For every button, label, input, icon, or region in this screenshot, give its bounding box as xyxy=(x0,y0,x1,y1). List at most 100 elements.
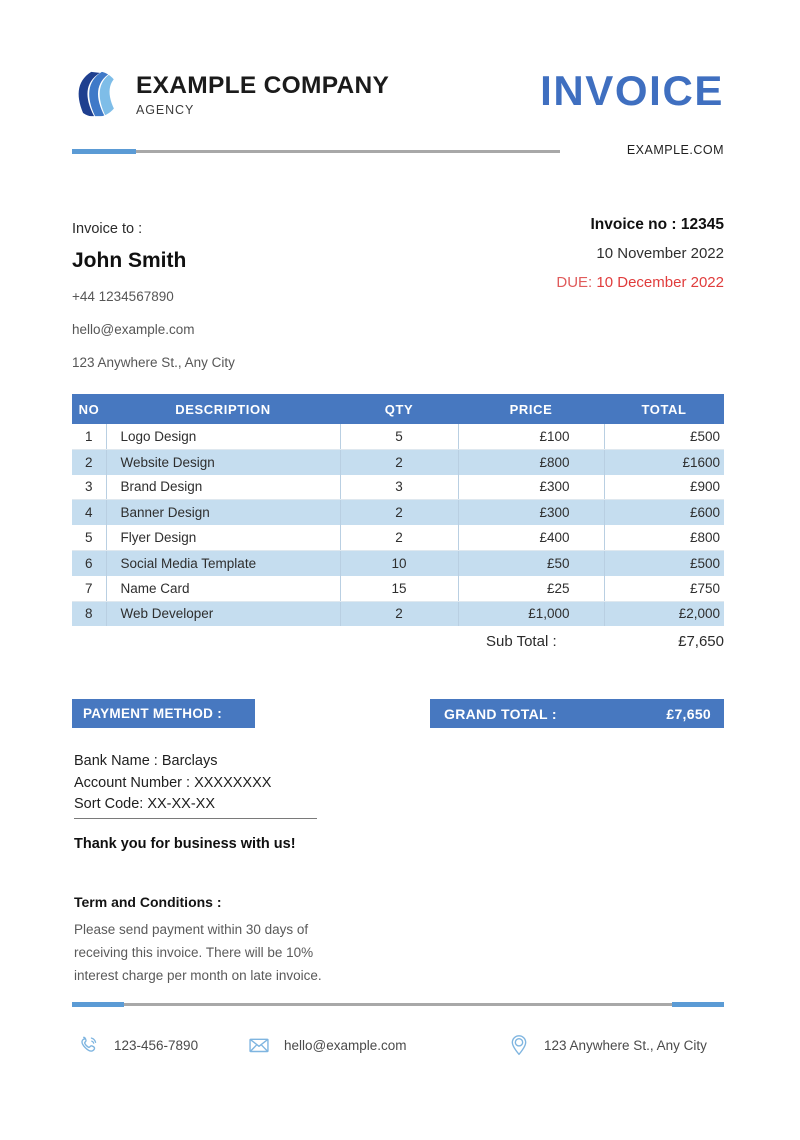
map-pin-icon xyxy=(511,1035,527,1056)
cell-price: £300 xyxy=(457,499,604,526)
column-header-total: TOTAL xyxy=(604,394,724,424)
due-label: DUE: xyxy=(556,273,593,291)
page-title: INVOICE xyxy=(540,67,724,114)
line-items-table: NO DESCRIPTION QTY PRICE TOTAL 1 Logo De… xyxy=(72,394,724,627)
invoice-meta-block: Invoice no : 12345 10 November 2022 DUE:… xyxy=(556,215,724,292)
table-row: 3 Brand Design 3 £300 £900 xyxy=(72,474,724,501)
footer-divider xyxy=(72,1002,724,1007)
client-name: John Smith xyxy=(72,248,187,272)
column-header-price: PRICE xyxy=(458,394,604,424)
cell-price: £50 xyxy=(457,550,604,576)
thank-you-message: Thank you for business with us! xyxy=(74,836,296,852)
cell-price: £800 xyxy=(457,449,604,475)
table-row: 6 Social Media Template 10 £50 £500 xyxy=(72,550,724,576)
cell-no: 3 xyxy=(72,474,106,501)
cell-qty: 5 xyxy=(339,424,458,450)
table-row: 4 Banner Design 2 £300 £600 xyxy=(72,499,724,526)
cell-no: 4 xyxy=(72,499,106,526)
header-divider xyxy=(72,149,560,154)
cell-qty: 15 xyxy=(339,575,458,602)
table-header-row: NO DESCRIPTION QTY PRICE TOTAL xyxy=(72,394,724,424)
brand-text-block: EXAMPLE COMPANY AGENCY xyxy=(136,71,389,118)
cell-description: Name Card xyxy=(105,575,340,602)
cell-description: Web Developer xyxy=(105,601,340,627)
client-phone: +44 1234567890 xyxy=(72,289,174,305)
cell-qty: 2 xyxy=(339,525,458,551)
terms-body: Please send payment within 30 days of re… xyxy=(74,922,322,983)
cell-description: Flyer Design xyxy=(105,525,340,551)
table-head: NO DESCRIPTION QTY PRICE TOTAL xyxy=(72,394,724,424)
invoice-page: EXAMPLE COMPANY AGENCY INVOICE EXAMPLE.C… xyxy=(0,0,800,1140)
cell-no: 2 xyxy=(72,449,106,475)
grand-total-value: £7,650 xyxy=(666,705,711,722)
table-body: 1 Logo Design 5 £100 £500 2 Website Desi… xyxy=(72,424,724,627)
sort-code: Sort Code: XX-XX-XX xyxy=(74,796,216,812)
invoice-issue-date: 10 November 2022 xyxy=(596,245,724,263)
cell-total: £600 xyxy=(603,499,724,526)
cell-total: £750 xyxy=(603,575,724,602)
column-header-no: NO xyxy=(72,394,106,424)
footer-address-text: 123 Anywhere St., Any City xyxy=(544,1037,707,1053)
company-tagline: AGENCY xyxy=(136,103,195,118)
cell-price: £1,000 xyxy=(457,601,604,627)
bank-details-divider xyxy=(74,818,317,819)
cell-total: £500 xyxy=(603,424,724,450)
subtotal-row: Sub Total : £7,650 xyxy=(400,633,724,650)
table-row: 7 Name Card 15 £25 £750 xyxy=(72,575,724,602)
invoice-header: EXAMPLE COMPANY AGENCY INVOICE EXAMPLE.C… xyxy=(0,0,800,170)
bank-name: Bank Name : Barclays xyxy=(74,753,218,769)
cell-no: 5 xyxy=(72,525,106,551)
cell-qty: 3 xyxy=(339,474,458,501)
cell-qty: 2 xyxy=(339,499,458,526)
cell-qty: 2 xyxy=(339,449,458,475)
cell-total: £900 xyxy=(603,474,724,501)
grand-total-bar: GRAND TOTAL : £7,650 xyxy=(430,699,724,728)
company-name: EXAMPLE COMPANY xyxy=(136,71,390,99)
cell-no: 8 xyxy=(72,601,106,627)
cell-description: Website Design xyxy=(105,449,340,475)
footer-email: hello@example.com xyxy=(246,1032,407,1058)
table-row: 1 Logo Design 5 £100 £500 xyxy=(72,424,724,450)
cell-total: £800 xyxy=(603,525,724,551)
bill-to-block: Invoice to : John Smith +44 1234567890 h… xyxy=(72,220,235,373)
table-row: 2 Website Design 2 £800 £1600 xyxy=(72,449,724,475)
subtotal-label: Sub Total : xyxy=(486,633,557,650)
footer-phone: 123-456-7890 xyxy=(76,1032,198,1058)
cell-description: Logo Design xyxy=(105,424,340,450)
phone-icon xyxy=(81,1036,97,1052)
column-header-description: DESCRIPTION xyxy=(106,394,340,424)
cell-price: £400 xyxy=(457,525,604,551)
footer-email-text: hello@example.com xyxy=(284,1037,407,1053)
footer-address: 123 Anywhere St., Any City xyxy=(506,1032,707,1058)
cell-total: £1600 xyxy=(603,449,724,475)
client-email: hello@example.com xyxy=(72,322,195,338)
company-website: EXAMPLE.COM xyxy=(626,143,724,157)
column-header-qty: QTY xyxy=(340,394,458,424)
cell-description: Social Media Template xyxy=(105,550,340,576)
cell-price: £300 xyxy=(457,474,604,501)
terms-title: Term and Conditions : xyxy=(74,894,222,910)
account-number: Account Number : XXXXXXXX xyxy=(74,774,272,791)
table-row: 8 Web Developer 2 £1,000 £2,000 xyxy=(72,601,724,627)
invoice-number: Invoice no : 12345 xyxy=(590,216,724,233)
bank-details-block: Bank Name : Barclays Account Number : XX… xyxy=(74,751,324,816)
cell-qty: 10 xyxy=(339,550,458,576)
footer-phone-text: 123-456-7890 xyxy=(114,1037,199,1053)
invoice-due: DUE: 10 December 2022 xyxy=(556,273,724,293)
cell-total: £2,000 xyxy=(603,601,724,627)
envelope-icon xyxy=(249,1038,269,1053)
cell-qty: 2 xyxy=(339,601,458,627)
cell-total: £500 xyxy=(603,550,724,576)
company-branding: EXAMPLE COMPANY AGENCY xyxy=(72,70,389,118)
payment-method-label: PAYMENT METHOD : xyxy=(83,706,223,721)
cell-no: 1 xyxy=(72,424,106,450)
due-date: 10 December 2022 xyxy=(596,273,724,291)
swoosh-circle-logo-icon xyxy=(78,71,120,117)
grand-total-label: GRAND TOTAL : xyxy=(444,705,557,722)
cell-price: £25 xyxy=(457,575,604,602)
bill-to-label: Invoice to : xyxy=(72,221,143,237)
cell-price: £100 xyxy=(457,424,604,450)
invoice-footer: 123-456-7890 hello@example.com 123 Anywh… xyxy=(72,1032,724,1072)
cell-description: Banner Design xyxy=(105,499,340,526)
table-row: 5 Flyer Design 2 £400 £800 xyxy=(72,525,724,551)
